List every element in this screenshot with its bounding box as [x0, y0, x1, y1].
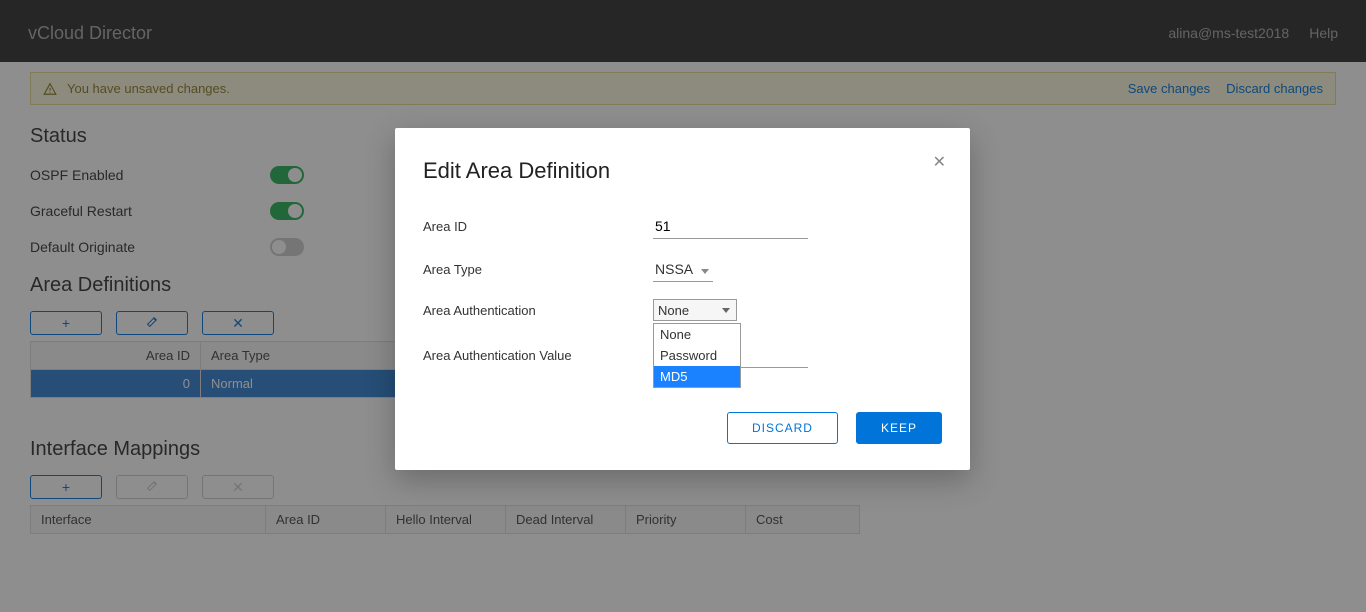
modal-title: Edit Area Definition: [423, 158, 942, 184]
area-id-label: Area ID: [423, 219, 653, 234]
edit-area-modal: Edit Area Definition ✕ Area ID Area Type…: [395, 128, 970, 470]
option-none[interactable]: None: [654, 324, 740, 345]
keep-button[interactable]: KEEP: [856, 412, 942, 444]
area-auth-select[interactable]: None: [653, 299, 737, 321]
discard-button[interactable]: DISCARD: [727, 412, 838, 444]
area-type-select[interactable]: NSSA: [653, 257, 713, 282]
close-icon[interactable]: ✕: [933, 152, 946, 172]
area-auth-selected-value: None: [658, 303, 689, 318]
option-password[interactable]: Password: [654, 345, 740, 366]
area-auth-label: Area Authentication: [423, 303, 653, 318]
area-auth-dropdown: None Password MD5: [653, 323, 741, 388]
chevron-down-icon: [718, 302, 734, 318]
area-auth-value-label: Area Authentication Value: [423, 348, 653, 363]
area-id-input[interactable]: [653, 214, 808, 239]
option-md5[interactable]: MD5: [654, 366, 740, 387]
area-type-label: Area Type: [423, 262, 653, 277]
